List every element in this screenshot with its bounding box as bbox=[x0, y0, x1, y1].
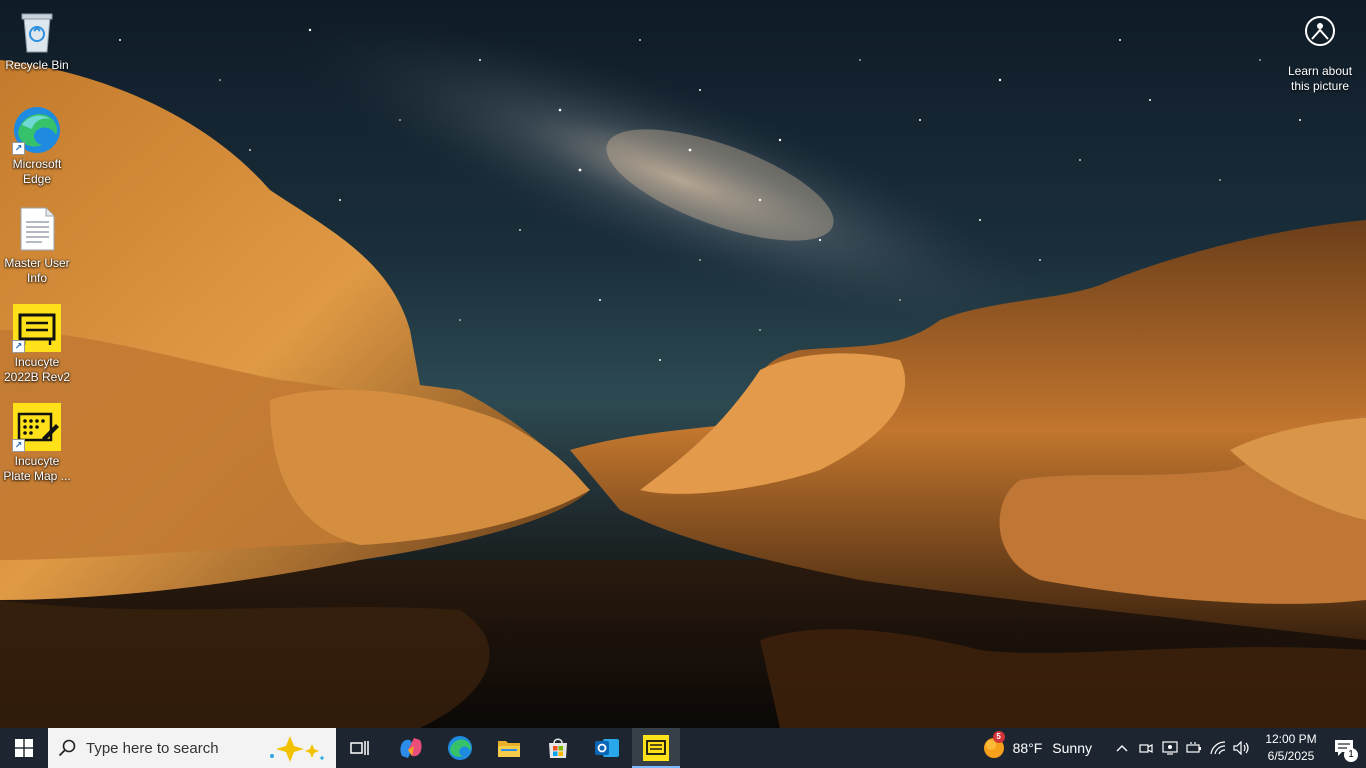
desktop-wallpaper bbox=[0, 0, 1366, 728]
clock[interactable]: 12:00 PM 6/5/2025 bbox=[1260, 731, 1322, 765]
task-view-button[interactable] bbox=[336, 728, 384, 768]
incucyte-icon bbox=[643, 735, 669, 761]
microsoft-store-icon bbox=[549, 738, 567, 758]
show-hidden-icons-button[interactable] bbox=[1110, 728, 1134, 768]
desktop-icon-recycle-bin[interactable]: Recycle Bin bbox=[0, 6, 74, 73]
file-explorer-button[interactable] bbox=[485, 728, 533, 768]
desktop-icon-label: Incucyte 2022B Rev2 bbox=[3, 355, 71, 384]
tray-meet-now[interactable] bbox=[1134, 728, 1158, 768]
speaker-icon bbox=[1233, 741, 1249, 755]
system-tray: 5 88°F Sunny 12:00 PM 6/5/2025 1 bbox=[983, 728, 1366, 768]
shortcut-arrow-icon: ↗ bbox=[12, 142, 25, 155]
copilot-icon bbox=[400, 738, 422, 758]
notification-count-badge: 1 bbox=[1344, 748, 1358, 762]
outlook-button[interactable] bbox=[583, 728, 631, 768]
battery-plug-icon bbox=[1186, 742, 1201, 753]
tray-display[interactable] bbox=[1158, 728, 1182, 768]
search-icon bbox=[58, 739, 76, 757]
desktop-icon-label: Master User Info bbox=[4, 256, 70, 285]
outlook-icon bbox=[595, 739, 619, 757]
microsoft-store-button[interactable] bbox=[534, 728, 582, 768]
wallpaper-art bbox=[0, 13, 1366, 728]
video-camera-icon bbox=[1139, 744, 1153, 753]
desktop-icon-label: Recycle Bin bbox=[5, 58, 69, 72]
chevron-up-icon bbox=[1116, 745, 1128, 752]
desktop-icon-master-user-info[interactable]: Master User Info bbox=[0, 204, 74, 286]
search-placeholder: Type here to search bbox=[86, 739, 219, 757]
tray-volume[interactable] bbox=[1230, 728, 1254, 768]
notification-center-button[interactable]: 1 bbox=[1322, 728, 1366, 768]
weather-widget[interactable]: 5 88°F Sunny bbox=[983, 731, 1092, 759]
incucyte-icon: ↗ bbox=[12, 303, 62, 353]
task-view-icon bbox=[350, 741, 369, 755]
incucyte-plate-map-icon: ↗ bbox=[12, 402, 62, 452]
monitor-icon bbox=[1162, 741, 1178, 755]
shortcut-arrow-icon: ↗ bbox=[12, 340, 25, 353]
weather-condition: Sunny bbox=[1052, 740, 1092, 756]
start-button[interactable] bbox=[0, 728, 48, 768]
copilot-button[interactable] bbox=[387, 728, 435, 768]
weather-temperature: 88°F bbox=[1012, 740, 1043, 756]
search-input[interactable]: Type here to search bbox=[48, 728, 336, 768]
tray-battery[interactable] bbox=[1182, 728, 1206, 768]
sparkle-icon bbox=[270, 736, 324, 762]
learn-about-picture[interactable]: Learn about this picture bbox=[1274, 14, 1366, 94]
shortcut-arrow-icon: ↗ bbox=[12, 439, 25, 452]
edge-icon: ↗ bbox=[12, 105, 62, 155]
incucyte-taskbar-button[interactable] bbox=[632, 728, 680, 768]
windows-logo-icon bbox=[15, 739, 33, 757]
clock-time: 12:00 PM bbox=[1265, 732, 1317, 746]
text-document-icon bbox=[12, 204, 62, 254]
desktop-icon-label: Microsoft Edge bbox=[12, 157, 62, 186]
desktop-icon-incucyte-2022b[interactable]: ↗ Incucyte 2022B Rev2 bbox=[0, 303, 74, 385]
desktop-icon-label: Incucyte Plate Map ... bbox=[3, 454, 71, 483]
recycle-bin-icon bbox=[12, 6, 62, 56]
camera-info-icon bbox=[1303, 14, 1337, 48]
file-explorer-icon bbox=[498, 741, 520, 757]
weather-badge: 5 bbox=[992, 731, 1005, 743]
clock-date: 6/5/2025 bbox=[1267, 749, 1315, 763]
edge-taskbar-button[interactable] bbox=[436, 728, 484, 768]
edge-icon bbox=[448, 736, 472, 760]
desktop-icon-microsoft-edge[interactable]: ↗ Microsoft Edge bbox=[0, 105, 74, 187]
wifi-icon bbox=[1210, 741, 1226, 755]
tray-network[interactable] bbox=[1206, 728, 1230, 768]
desktop-icon-incucyte-plate-map[interactable]: ↗ Incucyte Plate Map ... bbox=[0, 402, 74, 484]
learn-about-picture-label: Learn about this picture bbox=[1287, 64, 1353, 93]
taskbar: Type here to search 5 88°F Sunny 12:00 P… bbox=[0, 728, 1366, 768]
